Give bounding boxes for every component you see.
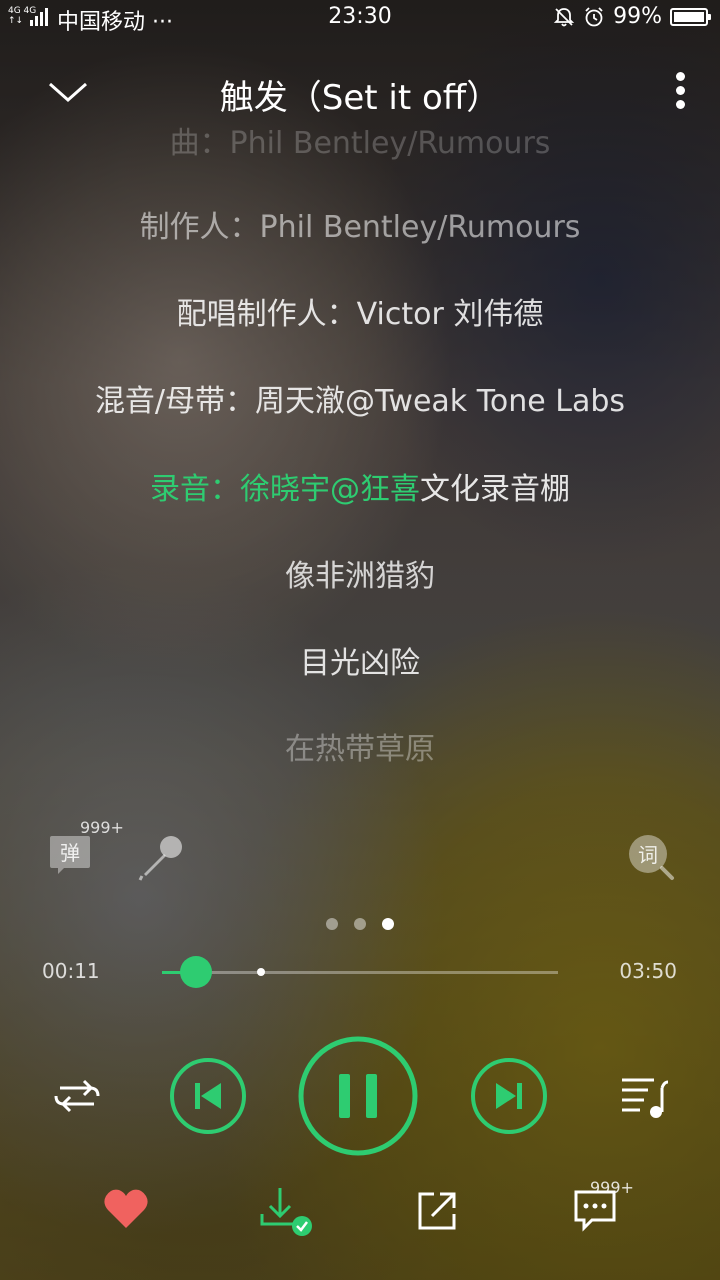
lyric-line: 在热带草原 [285, 732, 435, 767]
alarm-icon [585, 6, 603, 26]
playlist-queue-icon[interactable] [618, 1074, 670, 1120]
current-lyric-remaining: 文化录音棚 [420, 472, 570, 507]
repeat-icon[interactable] [50, 1074, 104, 1118]
page-dot-active[interactable] [382, 918, 394, 930]
progress-thumb[interactable] [179, 956, 212, 988]
share-icon[interactable] [416, 1188, 460, 1232]
total-time: 03:50 [619, 959, 677, 983]
previous-track-button[interactable] [169, 1057, 247, 1135]
lyric-search-label: 词 [638, 843, 658, 867]
status-bar: 4G 4G ↑↓ 中国移动 ··· 23:30 99% [0, 0, 720, 36]
comment-count-badge: 999+ [590, 1178, 634, 1197]
progress-slider[interactable] [162, 956, 558, 988]
lyric-line: 像非洲猎豹 [285, 559, 435, 594]
danmu-icon: 弹 [50, 836, 90, 874]
battery-percent: 99% [613, 4, 662, 29]
lyric-search-icon: 词 [629, 835, 674, 880]
current-lyric-line: 录音：徐晓宇@狂喜文化录音棚 [0, 464, 720, 508]
lyric-line: 目光凶险 [300, 646, 420, 681]
page-indicator [0, 918, 720, 930]
lyric-line: 曲：Phil Bentley/Rumours [169, 126, 551, 161]
current-time: 00:11 [42, 959, 100, 983]
lyric-line: 配唱制作人：Victor 刘伟德 [176, 297, 544, 332]
microphone-icon[interactable] [136, 830, 188, 882]
next-track-button[interactable] [470, 1057, 548, 1135]
lyric-search-button[interactable]: 词 [626, 832, 676, 882]
danmu-label: 弹 [60, 841, 80, 865]
downloaded-icon[interactable] [258, 1186, 314, 1238]
danmu-count-badge: 999+ [80, 818, 124, 837]
like-heart-icon[interactable] [102, 1186, 150, 1230]
progress-buffer-marker [257, 968, 265, 976]
mute-bell-icon [553, 7, 575, 26]
status-right: 99% [553, 4, 711, 29]
danmu-button[interactable]: 弹 [48, 832, 92, 876]
pause-button[interactable] [298, 1036, 418, 1156]
current-lyric-played: 录音：徐晓宇@狂喜 [150, 472, 420, 507]
lyric-line: 制作人：Phil Bentley/Rumours [139, 210, 581, 245]
battery-icon [670, 7, 711, 26]
lyric-line: 混音/母带：周天澈@Tweak Tone Labs [94, 384, 626, 419]
page-dot[interactable] [326, 918, 338, 930]
page-dot[interactable] [354, 918, 366, 930]
lyrics-panel[interactable]: 曲：Phil Bentley/Rumours 制作人：Phil Bentley/… [0, 100, 720, 780]
